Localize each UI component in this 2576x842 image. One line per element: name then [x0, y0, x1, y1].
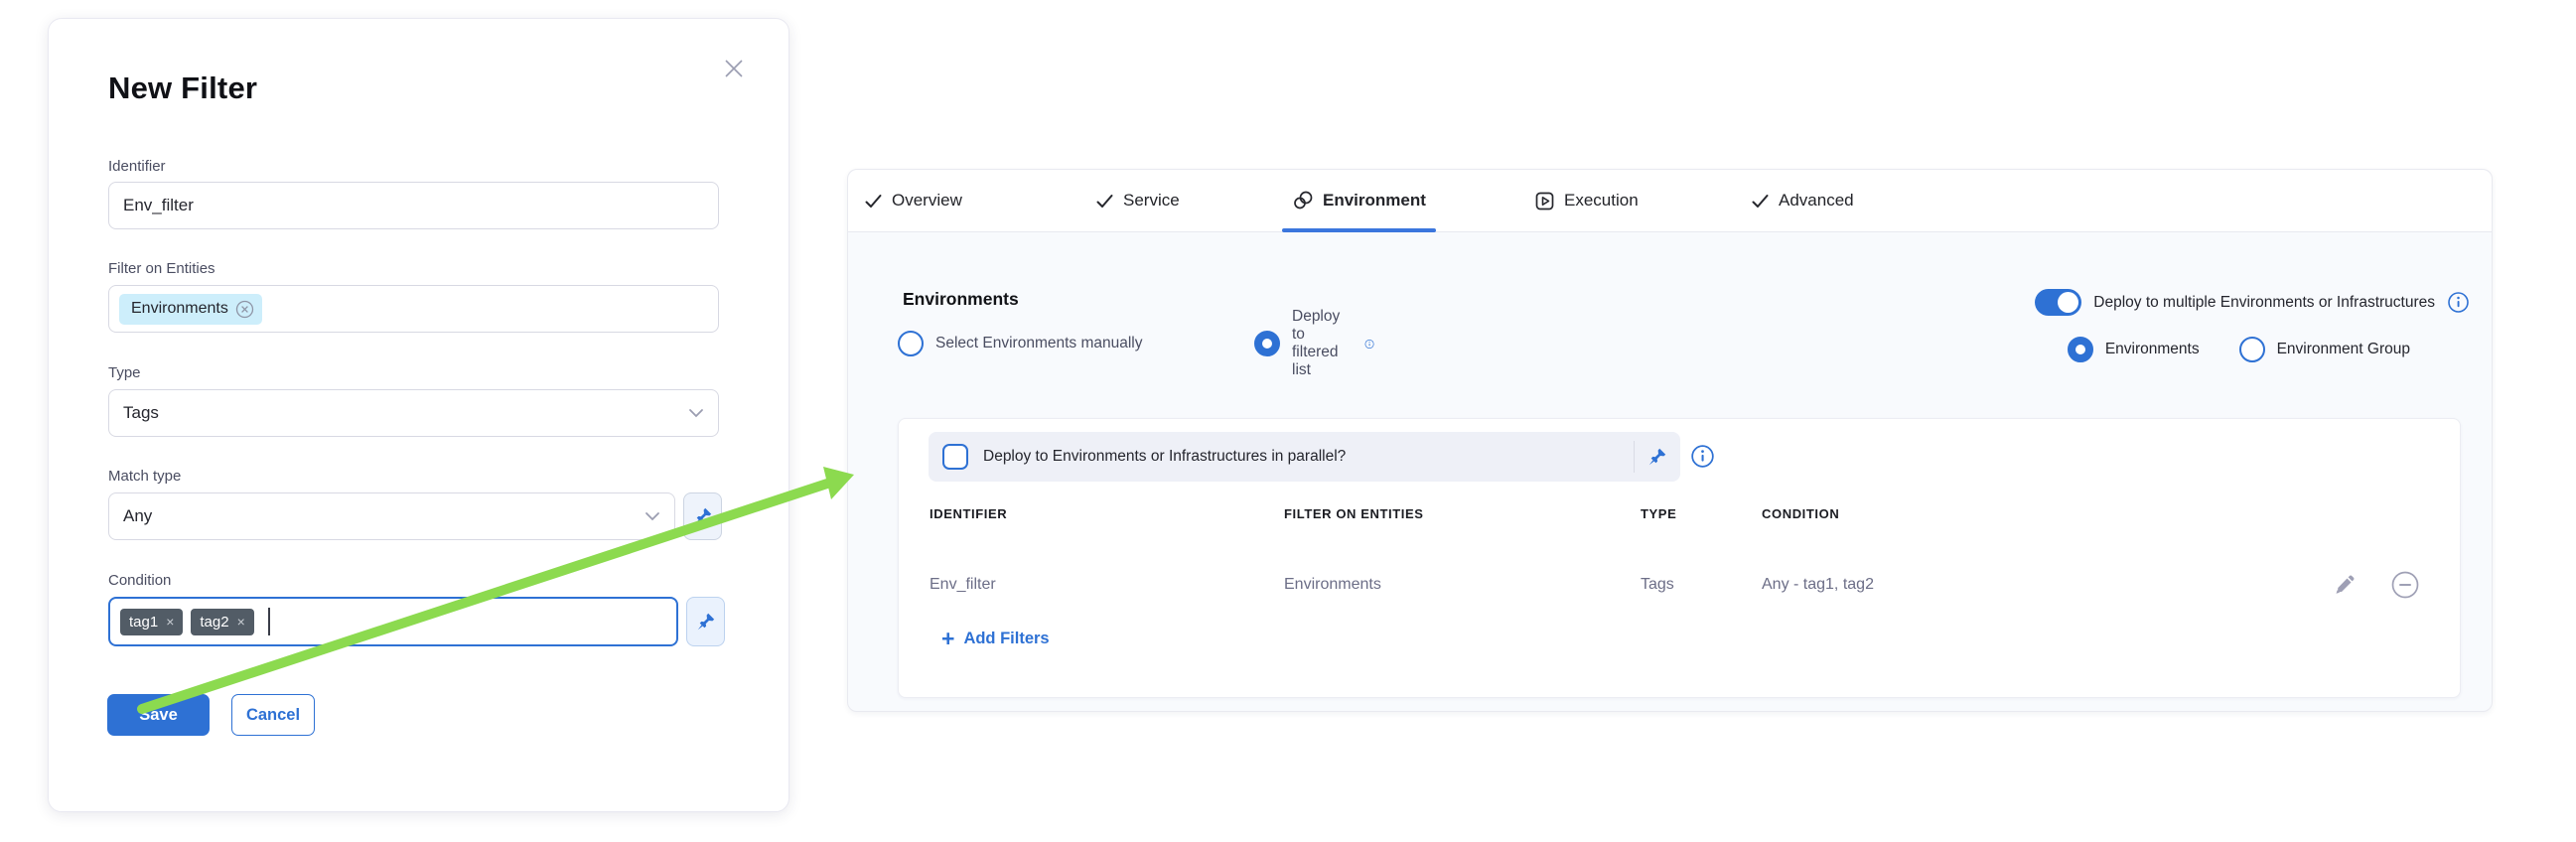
- col-type: TYPE: [1641, 506, 1762, 521]
- text-caret: [268, 608, 270, 635]
- env-target-radios: Environments Environment Group: [2068, 337, 2410, 362]
- match-type-label: Match type: [108, 468, 181, 485]
- check-icon: [1751, 192, 1770, 210]
- screen: New Filter Identifier Filter on Entities…: [0, 0, 2576, 842]
- multi-env-toggle-row: Deploy to multiple Environments or Infra…: [2035, 289, 2470, 316]
- edit-pencil-icon[interactable]: [2333, 573, 2357, 597]
- execution-icon: [1534, 191, 1555, 211]
- info-icon[interactable]: [1364, 333, 1374, 355]
- radio-icon[interactable]: [898, 331, 924, 356]
- radio-select-manually[interactable]: Select Environments manually: [898, 331, 1143, 356]
- condition-input[interactable]: tag1 × tag2 ×: [108, 597, 678, 646]
- cell-condition: Any - tag1, tag2: [1762, 576, 1874, 594]
- deploy-mode-radios: Select Environments manually Deploy to f…: [898, 329, 1143, 358]
- remove-minus-circle-icon[interactable]: [2390, 570, 2420, 600]
- radio-icon-selected[interactable]: [1254, 331, 1280, 356]
- entities-input[interactable]: Environments: [108, 285, 719, 333]
- cancel-button[interactable]: Cancel: [231, 694, 315, 736]
- parallel-pin-button[interactable]: [1635, 447, 1680, 467]
- tab-environment[interactable]: Environment: [1282, 170, 1436, 231]
- chip-remove-icon[interactable]: ×: [237, 614, 245, 630]
- type-select-value: Tags: [123, 403, 159, 423]
- radio-icon[interactable]: [2239, 337, 2265, 362]
- toggle-knob: [2058, 292, 2078, 313]
- chip-remove-icon[interactable]: ×: [166, 614, 174, 630]
- info-icon[interactable]: [2447, 291, 2470, 314]
- multi-env-toggle-label: Deploy to multiple Environments or Infra…: [2093, 294, 2435, 312]
- radio-deploy-filtered[interactable]: Deploy to filtered list: [1254, 308, 1374, 379]
- close-icon[interactable]: [720, 55, 748, 82]
- parallel-deploy-row: Deploy to Environments or Infrastructure…: [929, 432, 1680, 482]
- tab-overview[interactable]: Overview: [864, 170, 962, 231]
- save-button[interactable]: Save: [107, 694, 210, 736]
- table-row: Env_filter Environments Tags Any - tag1,…: [930, 576, 1874, 594]
- new-filter-dialog: New Filter Identifier Filter on Entities…: [48, 18, 789, 812]
- type-label: Type: [108, 364, 141, 381]
- col-identifier: IDENTIFIER: [930, 506, 1284, 521]
- condition-chip-label: tag2: [200, 614, 228, 631]
- chevron-down-icon: [688, 408, 704, 418]
- tab-execution[interactable]: Execution: [1534, 170, 1639, 231]
- col-filter-on-entities: FILTER ON ENTITIES: [1284, 506, 1641, 521]
- match-type-value: Any: [123, 506, 152, 526]
- filters-card: Deploy to Environments or Infrastructure…: [898, 418, 2461, 698]
- environment-icon: [1292, 190, 1314, 211]
- toggle-on[interactable]: [2035, 289, 2081, 316]
- parallel-checkbox-label: Deploy to Environments or Infrastructure…: [983, 448, 1346, 466]
- col-condition: CONDITION: [1762, 506, 1839, 521]
- pin-icon: [696, 612, 716, 632]
- radio-icon-selected[interactable]: [2068, 337, 2093, 362]
- pin-icon: [1647, 447, 1667, 467]
- check-icon: [864, 192, 883, 210]
- cell-identifier: Env_filter: [930, 576, 1284, 594]
- pin-icon: [693, 506, 713, 526]
- info-icon[interactable]: [1690, 444, 1715, 469]
- radio-environments[interactable]: Environments: [2068, 337, 2200, 362]
- match-type-select[interactable]: Any: [108, 492, 675, 540]
- filters-table-header: IDENTIFIER FILTER ON ENTITIES TYPE CONDI…: [930, 506, 1839, 521]
- plus-icon: +: [941, 628, 954, 649]
- dialog-title: New Filter: [108, 70, 257, 106]
- condition-label: Condition: [108, 572, 171, 589]
- tab-service[interactable]: Service: [1095, 170, 1180, 231]
- condition-chip-label: tag1: [129, 614, 158, 631]
- stage-tabbar: Overview Service Environment Execution A…: [848, 170, 2492, 232]
- chip-remove-icon[interactable]: [235, 300, 254, 319]
- chevron-down-icon: [644, 511, 660, 521]
- condition-chip: tag1 ×: [120, 609, 183, 635]
- tab-advanced[interactable]: Advanced: [1751, 170, 1854, 231]
- cell-filter-on-entities: Environments: [1284, 576, 1641, 594]
- match-type-pin-button[interactable]: [683, 492, 722, 540]
- type-select[interactable]: Tags: [108, 389, 719, 437]
- radio-environment-group[interactable]: Environment Group: [2239, 337, 2410, 362]
- condition-pin-button[interactable]: [686, 597, 725, 646]
- entities-chip-label: Environments: [131, 300, 228, 318]
- entities-label: Filter on Entities: [108, 260, 215, 277]
- environment-config-panel: Overview Service Environment Execution A…: [847, 169, 2493, 712]
- identifier-label: Identifier: [108, 158, 166, 175]
- cell-type: Tags: [1641, 576, 1762, 594]
- add-filters-button[interactable]: + Add Filters: [941, 628, 1050, 649]
- check-icon: [1095, 192, 1114, 210]
- condition-chip: tag2 ×: [191, 609, 253, 635]
- entities-chip: Environments: [119, 294, 262, 325]
- identifier-input[interactable]: [108, 182, 719, 229]
- row-actions: [2333, 570, 2420, 600]
- environments-heading: Environments: [903, 289, 1019, 310]
- parallel-checkbox[interactable]: [942, 444, 968, 470]
